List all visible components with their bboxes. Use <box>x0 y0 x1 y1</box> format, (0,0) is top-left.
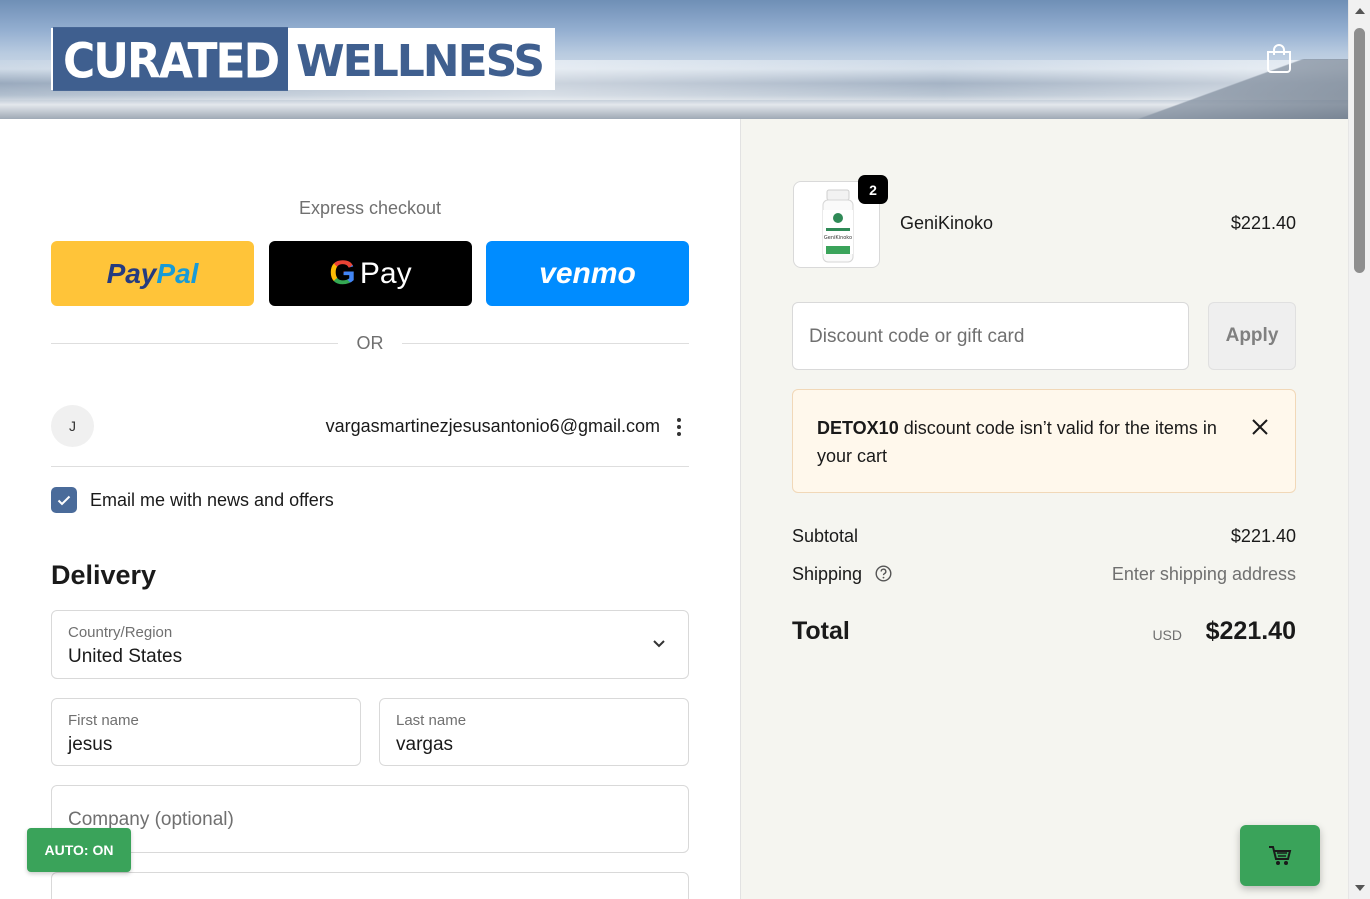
last-name-field[interactable]: Last name vargas <box>379 698 689 766</box>
scrollbar-thumb[interactable] <box>1354 28 1365 273</box>
scroll-up-arrow-icon[interactable] <box>1355 8 1365 14</box>
venmo-logo: venmo <box>539 256 636 290</box>
shipping-value: Enter shipping address <box>1111 564 1296 584</box>
country-select[interactable]: Country/Region United States <box>51 610 689 679</box>
close-icon[interactable] <box>1251 418 1269 436</box>
auto-toggle-button[interactable]: AUTO: ON <box>27 828 131 872</box>
shipping-row: Shipping Enter shipping address <box>792 564 1296 585</box>
apply-discount-button[interactable]: Apply <box>1208 302 1296 370</box>
page-scrollbar[interactable] <box>1348 0 1370 899</box>
first-name-label: First name <box>68 712 139 729</box>
logo-part-wellness: WELLNESS <box>288 30 554 88</box>
divider-line-right <box>402 343 689 344</box>
country-label: Country/Region <box>68 624 173 641</box>
google-pay-button[interactable]: G Pay <box>269 241 472 306</box>
bottle-label: GeniKinoko <box>824 235 852 241</box>
total-row: Total USD $221.40 <box>792 617 1296 646</box>
subtotal-row: Subtotal $221.40 <box>792 526 1296 547</box>
express-checkout-title: Express checkout <box>298 198 442 218</box>
product-price: $221.40 <box>1230 213 1296 233</box>
header-background-mountain <box>1128 59 1348 119</box>
store-header: CURATED WELLNESS <box>0 0 1348 119</box>
google-g-icon: G <box>329 254 356 292</box>
account-email: vargasmartinezjesusantonio6@gmail.com <box>325 416 660 436</box>
address-field[interactable] <box>51 872 689 899</box>
first-name-value: jesus <box>68 734 113 755</box>
store-logo[interactable]: CURATED WELLNESS <box>51 27 556 91</box>
newsletter-checkbox[interactable] <box>51 487 77 513</box>
or-divider: OR <box>51 333 689 353</box>
logo-part-curated: CURATED <box>53 27 289 91</box>
venmo-button[interactable]: venmo <box>486 241 689 306</box>
discount-error-notice: DETOX10 discount code isn’t valid for th… <box>792 389 1296 493</box>
account-row: J vargasmartinezjesusantonio6@gmail.com <box>51 405 689 447</box>
shopping-bag-icon[interactable] <box>1265 42 1293 74</box>
quantity-badge: 2 <box>858 175 888 204</box>
last-name-label: Last name <box>396 712 467 729</box>
discount-code: DETOX10 <box>817 418 899 438</box>
floating-cart-button[interactable] <box>1240 825 1320 886</box>
newsletter-option: Email me with news and offers <box>51 487 334 513</box>
discount-code-input[interactable]: Discount code or gift card <box>792 302 1189 370</box>
avatar: J <box>51 405 94 447</box>
subtotal-value: $221.40 <box>1230 526 1296 546</box>
cart-icon <box>1269 845 1292 865</box>
discount-placeholder: Discount code or gift card <box>809 326 1025 347</box>
help-circle-icon[interactable] <box>875 565 892 582</box>
total-value: $221.40 <box>1205 617 1296 645</box>
last-name-value: vargas <box>396 734 454 755</box>
total-currency: USD <box>1152 627 1182 643</box>
checkmark-icon <box>57 495 71 505</box>
first-name-field[interactable]: First name jesus <box>51 698 361 766</box>
discount-error-message: DETOX10 discount code isn’t valid for th… <box>817 414 1227 470</box>
scroll-down-arrow-icon[interactable] <box>1355 885 1365 891</box>
account-divider <box>51 466 689 467</box>
subtotal-label: Subtotal <box>792 526 859 546</box>
paypal-logo-pal: Pal <box>156 257 199 289</box>
paypal-logo-pay: Pay <box>106 257 157 289</box>
total-label: Total <box>792 617 850 645</box>
paypal-button[interactable]: Pay Pal <box>51 241 254 306</box>
more-options-icon[interactable] <box>674 416 684 438</box>
shipping-label: Shipping <box>792 564 863 584</box>
product-name: GeniKinoko <box>900 213 994 233</box>
delivery-heading: Delivery <box>51 560 157 590</box>
country-value: United States <box>68 646 183 667</box>
product-bottle-image: GeniKinoko <box>822 189 854 263</box>
newsletter-label: Email me with news and offers <box>90 489 334 510</box>
company-field[interactable]: Company (optional) <box>51 785 689 853</box>
chevron-down-icon <box>653 640 665 648</box>
google-pay-label: Pay <box>359 256 412 290</box>
